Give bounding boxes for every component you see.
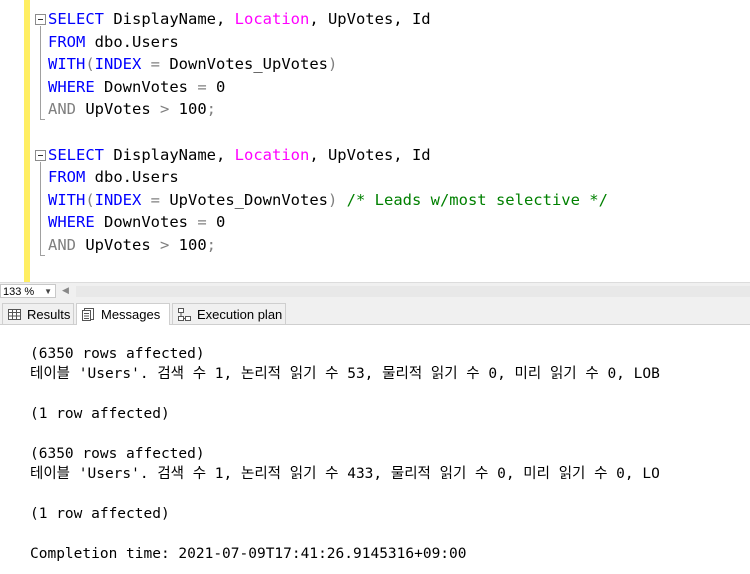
code-line[interactable]: WITH(INDEX = UpVotes_DownVotes) /* Leads… [48,189,608,211]
outline-guide-end [40,119,45,120]
tab-execution-plan[interactable]: Execution plan [172,303,286,324]
message-line: (1 row affected) [30,406,170,422]
collapse-icon[interactable] [35,150,46,161]
execution-plan-icon [178,308,191,321]
code-line[interactable]: SELECT DisplayName, Location, UpVotes, I… [48,8,431,30]
tab-messages[interactable]: Messages [76,303,170,325]
query-editor[interactable]: SELECT DisplayName, Location, UpVotes, I… [0,0,750,282]
code-line[interactable]: AND UpVotes > 100; [48,98,216,120]
chevron-down-icon: ▼ [44,287,52,296]
editor-status-bar: 133 % ▼ ◀ [0,282,750,300]
code-line[interactable]: SELECT DisplayName, Location, UpVotes, I… [48,144,431,166]
horizontal-scrollbar[interactable] [76,286,750,297]
code-line[interactable]: FROM dbo.Users [48,31,179,53]
scroll-left-icon[interactable]: ◀ [62,285,69,296]
tab-label: Execution plan [197,307,283,322]
outline-guide [40,162,41,256]
completion-time: Completion time: 2021-07-09T17:41:26.914… [30,546,467,562]
zoom-value: 133 % [3,286,35,298]
outline-guide-end [40,255,45,256]
results-tab-bar: Results Messages Execution plan [0,300,750,325]
collapse-icon[interactable] [35,14,46,25]
code-line[interactable]: WHERE DownVotes = 0 [48,211,225,233]
code-line[interactable]: WITH(INDEX = DownVotes_UpVotes) [48,53,337,75]
tab-label: Messages [101,307,161,322]
tab-results[interactable]: Results [2,303,74,324]
messages-icon [82,308,94,321]
grid-icon [8,309,21,320]
change-tracking-bar [24,0,30,282]
message-line: 테이블 'Users'. 검색 수 1, 논리적 읽기 수 433, 물리적 읽… [30,466,660,482]
message-line: (6350 rows affected) [30,446,205,462]
message-line: (1 row affected) [30,506,170,522]
message-line: (6350 rows affected) [30,346,205,362]
tab-label: Results [27,307,71,322]
code-line[interactable]: AND UpVotes > 100; [48,234,216,256]
messages-pane[interactable]: (6350 rows affected) 테이블 'Users'. 검색 수 1… [0,325,750,574]
code-line[interactable]: FROM dbo.Users [48,166,179,188]
message-line: 테이블 'Users'. 검색 수 1, 논리적 읽기 수 53, 물리적 읽기… [30,366,660,382]
outline-guide [40,26,41,120]
zoom-dropdown[interactable]: 133 % ▼ [0,284,56,298]
code-line[interactable]: WHERE DownVotes = 0 [48,76,225,98]
